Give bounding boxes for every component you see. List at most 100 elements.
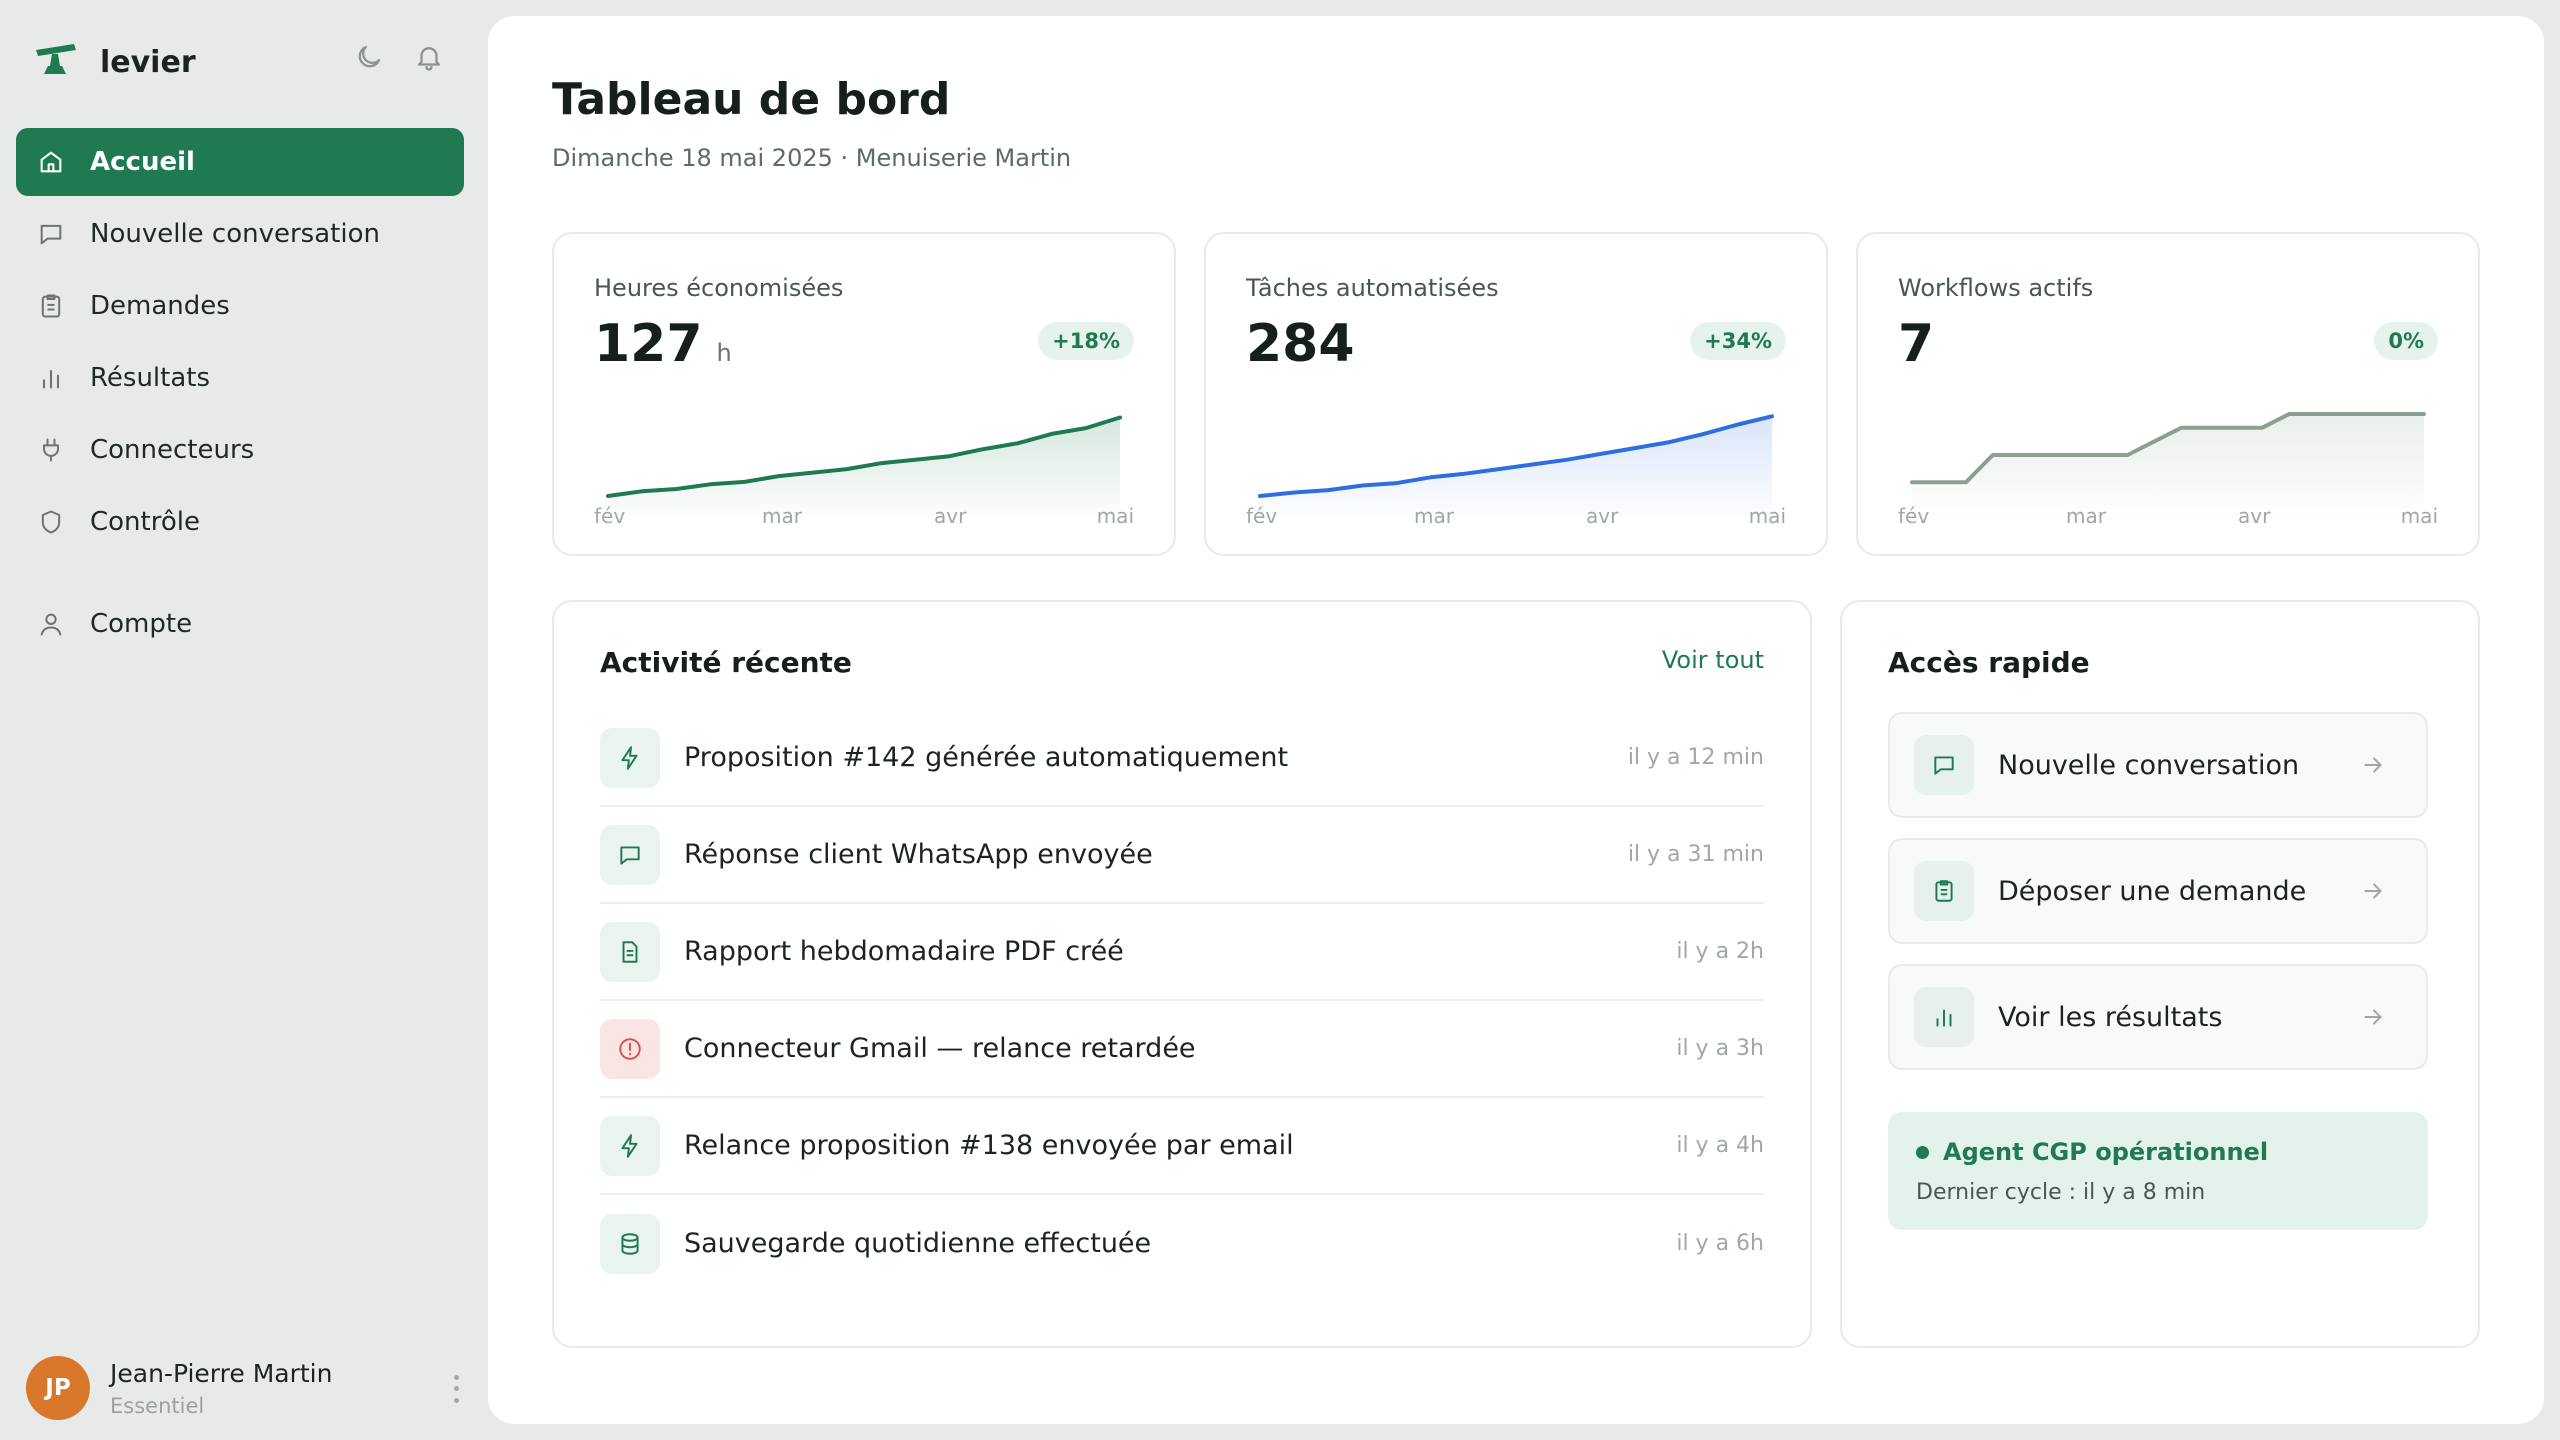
sidebar-item-label: Nouvelle conversation [90,219,380,249]
quick-view-results-button[interactable]: Voir les résultats [1888,964,2428,1070]
month-label: mar [762,504,802,528]
activity-item[interactable]: Rapport hebdomadaire PDF créé il y a 2h [600,904,1764,1001]
brand[interactable]: levier [34,40,196,84]
month-label: mar [1414,504,1454,528]
quick-new-conversation-button[interactable]: Nouvelle conversation [1888,712,2428,818]
bar-chart-icon [36,363,66,393]
month-label: avr [1586,504,1619,528]
stat-value: 127 h [594,314,732,374]
sidebar-item-compte[interactable]: Compte [16,590,464,658]
sidebar-item-label: Demandes [90,291,230,321]
more-options-icon[interactable] [446,1372,466,1406]
clipboard-icon [36,291,66,321]
clipboard-icon [1914,861,1974,921]
activity-item[interactable]: Proposition #142 générée automatiquement… [600,710,1764,807]
activity-text: Connecteur Gmail — relance retardée [684,1033,1196,1064]
section-title: Accès rapide [1888,646,2090,679]
sidebar-item-label: Compte [90,609,193,639]
see-all-link[interactable]: Voir tout [1662,646,1764,674]
month-label: fév [594,504,626,528]
activity-time: il y a 2h [1676,939,1764,964]
chat-icon [1914,735,1974,795]
arrow-right-icon [2364,1009,2382,1025]
sidebar-item-label: Accueil [90,147,195,177]
activity-item[interactable]: Relance proposition #138 envoyée par ema… [600,1098,1764,1195]
sidebar-item-label: Contrôle [90,507,200,537]
month-label: fév [1898,504,1930,528]
trend-badge: 0% [2374,322,2438,360]
stat-value: 284 [1246,314,1355,374]
sidebar-nav: Accueil Nouvelle conversation Demandes R… [16,128,464,662]
recent-activity-card: Activité récente Voir tout Proposition #… [552,600,1812,1348]
shield-icon [36,507,66,537]
section-title: Activité récente [600,646,852,679]
trend-badge: +34% [1690,322,1786,360]
sidebar-item-label: Résultats [90,363,211,393]
profile-plan: Essentiel [110,1393,205,1418]
sidebar-item-connecteurs[interactable]: Connecteurs [16,416,464,484]
quick-access-label: Voir les résultats [1998,1001,2223,1033]
activity-time: il y a 4h [1676,1133,1764,1158]
sidebar-item-nouvelle-conversation[interactable]: Nouvelle conversation [16,200,464,268]
database-icon [600,1213,660,1274]
stat-label: Heures économisées [594,274,844,302]
sidebar-item-controle[interactable]: Contrôle [16,488,464,556]
user-profile[interactable]: JP Jean-Pierre Martin Essentiel [26,1356,466,1420]
lightning-icon [600,1115,660,1176]
activity-text: Proposition #142 générée automatiquement [684,742,1289,773]
activity-time: il y a 31 min [1627,842,1764,867]
activity-text: Relance proposition #138 envoyée par ema… [684,1130,1294,1161]
activity-text: Rapport hebdomadaire PDF créé [684,936,1124,967]
activity-item[interactable]: Connecteur Gmail — relance retardée il y… [600,1001,1764,1098]
stat-unit: h [716,339,732,367]
activity-time: il y a 12 min [1627,745,1764,770]
activity-item[interactable]: Sauvegarde quotidienne effectuée il y a … [600,1195,1764,1292]
activity-time: il y a 6h [1676,1231,1764,1256]
month-label: mai [1096,504,1134,528]
document-icon [600,921,660,982]
alert-icon [600,1018,660,1079]
bell-icon[interactable] [412,40,446,74]
quick-access-card: Accès rapide Nouvelle conversation Dépos… [1840,600,2480,1348]
agent-status-box: Agent CGP opérationnel Dernier cycle : i… [1888,1112,2428,1230]
activity-list: Proposition #142 générée automatiquement… [600,710,1764,1292]
stat-value: 7 [1898,314,1935,374]
month-label: mai [1748,504,1786,528]
activity-time: il y a 3h [1676,1036,1764,1061]
user-icon [36,609,66,639]
month-label: fév [1246,504,1278,528]
activity-text: Réponse client WhatsApp envoyée [684,839,1153,870]
stat-card-workflows: Workflows actifs 7 0% fév mar avr mai [1856,232,2480,556]
month-label: mai [2400,504,2438,528]
arrow-right-icon [2364,757,2382,773]
activity-text: Sauvegarde quotidienne effectuée [684,1228,1152,1259]
quick-access-label: Déposer une demande [1998,875,2307,907]
stat-label: Workflows actifs [1898,274,2094,302]
stat-label: Tâches automatisées [1246,274,1499,302]
bar-chart-icon [1914,987,1974,1047]
arrow-right-icon [2364,883,2382,899]
agent-status-title: Agent CGP opérationnel [1916,1138,2268,1166]
status-dot [1916,1145,1929,1159]
chat-icon [36,219,66,249]
page-title: Tableau de bord [552,74,951,125]
quick-submit-request-button[interactable]: Déposer une demande [1888,838,2428,944]
month-label: avr [934,504,967,528]
levier-logo-icon [36,44,76,74]
sidebar: levier Accueil Nouvelle conversation Dem… [0,0,480,1440]
lightning-icon [600,727,660,788]
main-panel: Tableau de bord Dimanche 18 mai 2025 · M… [488,16,2544,1424]
plug-icon [36,435,66,465]
activity-item[interactable]: Réponse client WhatsApp envoyée il y a 3… [600,807,1764,904]
moon-icon[interactable] [352,40,386,74]
sidebar-item-resultats[interactable]: Résultats [16,344,464,412]
page-subtitle: Dimanche 18 mai 2025 · Menuiserie Martin [552,144,1072,172]
stat-card-taches: Tâches automatisées 284 +34% fév mar avr… [1204,232,1828,556]
chat-icon [600,824,660,885]
brand-name: levier [100,44,196,80]
sidebar-item-demandes[interactable]: Demandes [16,272,464,340]
sidebar-item-accueil[interactable]: Accueil [16,128,464,196]
home-icon [36,147,66,177]
quick-access-label: Nouvelle conversation [1998,749,2300,781]
avatar: JP [26,1356,90,1420]
